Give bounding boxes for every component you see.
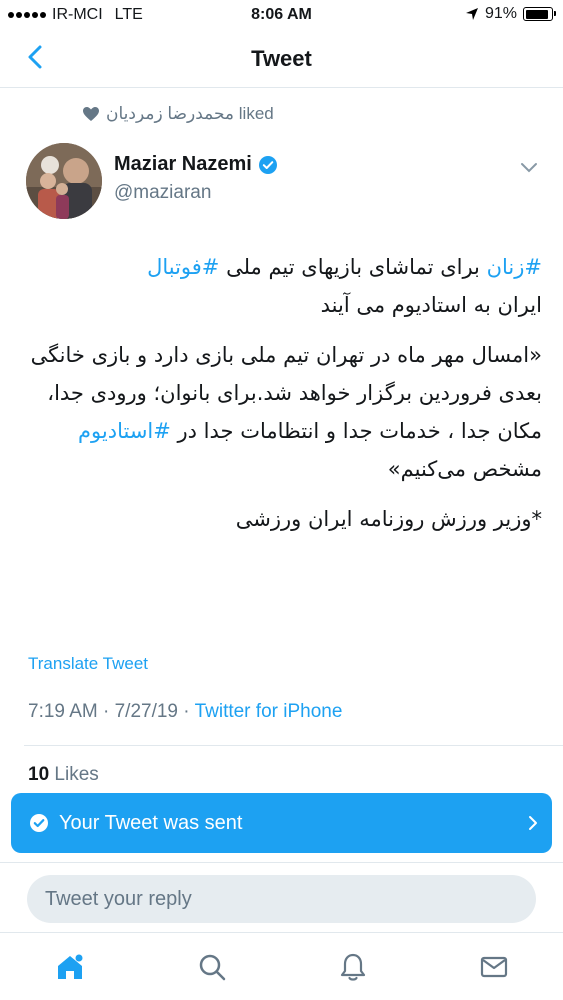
reply-input[interactable]: Tweet your reply — [27, 875, 536, 923]
tweet-text: #زنان برای تماشای بازیهای تیم ملی #فوتبا… — [24, 248, 542, 550]
avatar[interactable] — [26, 143, 102, 219]
status-right: 91% — [465, 5, 556, 23]
tab-home[interactable] — [54, 951, 86, 983]
page-title: Tweet — [251, 46, 312, 71]
hashtag-stadium[interactable]: #استادیوم — [78, 419, 171, 443]
tweet-headline: #زنان برای تماشای بازیهای تیم ملی #فوتبا… — [24, 248, 542, 324]
meta-separator: · — [183, 701, 190, 722]
tweet-source-link[interactable]: Twitter for iPhone — [195, 701, 343, 722]
tweet-date: 7/27/19 — [114, 701, 179, 722]
headline-line2: ایران به استادیوم می آیند — [320, 293, 542, 317]
status-bar: IR-MCI LTE 8:06 AM 91% — [0, 0, 563, 30]
toast-message: Your Tweet was sent — [59, 811, 243, 834]
hashtag-football[interactable]: #فوتبال — [147, 255, 219, 279]
heart-icon — [83, 107, 99, 121]
divider — [24, 745, 563, 746]
verified-badge-icon — [258, 155, 277, 174]
battery-icon — [523, 7, 556, 21]
author-handle[interactable]: @maziaran — [114, 182, 278, 204]
tab-notifications[interactable] — [337, 951, 369, 983]
location-arrow-icon — [465, 8, 478, 20]
avatar-image — [26, 143, 102, 219]
search-icon — [199, 954, 226, 981]
nav-bar: Tweet — [0, 30, 563, 88]
author-name[interactable]: Maziar Nazemi — [114, 153, 252, 176]
messages-icon — [480, 956, 508, 978]
tweet-sent-toast[interactable]: Your Tweet was sent — [11, 793, 552, 853]
battery-percent: 91% — [484, 5, 517, 22]
hashtag-women[interactable]: #زنان — [487, 255, 542, 279]
tweet-time: 7:19 AM — [28, 701, 98, 722]
reply-bar: Tweet your reply — [0, 862, 563, 932]
notifications-icon — [340, 953, 366, 981]
home-icon — [58, 954, 83, 979]
liked-by-text: محمدرضا زمردیان liked — [106, 104, 274, 123]
chevron-down-icon[interactable] — [520, 162, 538, 174]
social-context: محمدرضا زمردیان liked — [82, 104, 274, 124]
headline-text: برای تماشای بازیهای تیم ملی — [219, 255, 487, 279]
quote-text-after: مشخص می‌کنیم» — [387, 457, 542, 481]
check-circle-icon — [30, 814, 48, 832]
tweet-attribution: *وزیر ورزش روزنامه ایران ورزشی — [235, 507, 542, 531]
tweet-meta: 7:19 AM · 7/27/19 · Twitter for iPhone — [28, 701, 342, 723]
chevron-right-icon — [529, 816, 537, 830]
tab-bar — [0, 932, 563, 1000]
likes-label: Likes — [54, 764, 99, 785]
likes-number: 10 — [28, 764, 50, 785]
tab-messages[interactable] — [478, 951, 510, 983]
tweet-author[interactable]: Maziar Nazemi @maziaran — [114, 153, 278, 204]
tweet-quote: «امسال مهر ماه در تهران تیم ملی بازی دار… — [24, 336, 542, 488]
meta-separator: · — [103, 701, 110, 722]
likes-count[interactable]: 10 Likes — [28, 764, 99, 786]
tab-search[interactable] — [196, 951, 228, 983]
translate-tweet-link[interactable]: Translate Tweet — [28, 654, 148, 674]
